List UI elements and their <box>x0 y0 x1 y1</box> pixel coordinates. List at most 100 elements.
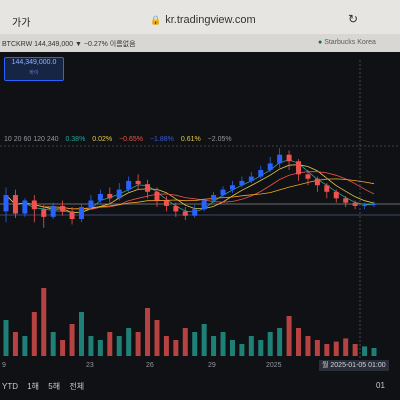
candle-body <box>286 154 292 162</box>
candle-body <box>267 163 273 170</box>
candle-body <box>145 184 151 192</box>
time-axis-tick: 9 <box>2 362 6 369</box>
volume-bar <box>69 324 75 356</box>
volume-bar <box>135 332 141 356</box>
candle-body <box>324 185 330 192</box>
candle-body <box>333 191 339 199</box>
candle-body <box>107 193 113 199</box>
price-tag-value: 144,349,000.0 <box>11 59 57 66</box>
price-tag: 144,349,000.0 바이 <box>4 57 64 81</box>
candle-body <box>173 205 179 212</box>
volume-bar <box>239 344 245 356</box>
volume-bar <box>201 324 207 356</box>
candle-body <box>3 195 9 212</box>
volume-bar <box>145 308 151 356</box>
candle-body <box>258 169 264 177</box>
candle-body <box>192 209 198 216</box>
time-axis-tick: 2025 <box>266 362 282 369</box>
volume-bar <box>3 320 9 356</box>
volume-bar <box>31 312 37 356</box>
volume-bars <box>3 288 377 356</box>
candle-body <box>277 154 283 164</box>
range-bar: YTD 1해 5해 전체 01 <box>0 372 400 400</box>
price-tag-sub: 바이 <box>29 70 39 76</box>
volume-bar <box>258 340 264 356</box>
time-axis-tick: 26 <box>146 362 154 369</box>
candle-body <box>211 195 217 201</box>
moving-average-line <box>5 171 375 210</box>
volume-bar <box>88 336 94 356</box>
moving-average-line <box>5 159 375 213</box>
volume-bar <box>343 338 349 356</box>
moving-average-lines <box>5 159 375 213</box>
volume-bar <box>173 340 179 356</box>
candle-body <box>154 191 160 201</box>
candle-body <box>31 200 37 210</box>
candle-body <box>126 180 132 190</box>
candle-body <box>88 200 94 208</box>
range-5y-button[interactable]: 5해 <box>48 382 60 391</box>
volume-bar <box>12 332 18 356</box>
ma-value-6: −2.05% <box>207 136 232 143</box>
candle-body <box>22 200 28 214</box>
candle-body <box>305 174 311 179</box>
candle-body <box>248 176 254 181</box>
range-1y-button[interactable]: 1해 <box>27 382 39 391</box>
range-all-button[interactable]: 전체 <box>69 382 84 391</box>
candle-body <box>50 205 56 217</box>
candle-body <box>182 211 188 216</box>
volume-bar <box>97 340 103 356</box>
volume-bar <box>107 332 113 356</box>
ma-value-5: 0.61% <box>180 136 201 143</box>
ma-value-2: 0.02% <box>92 136 113 143</box>
candle-body <box>296 161 302 175</box>
volume-bar <box>305 336 311 356</box>
volume-bar <box>371 348 377 356</box>
candles <box>3 148 377 228</box>
volume-bar <box>116 336 122 356</box>
volume-bar <box>192 332 198 356</box>
time-readout: 01 <box>376 381 385 390</box>
volume-bar <box>163 336 169 356</box>
candle-body <box>239 180 245 186</box>
candle-body <box>97 193 103 201</box>
candle-body <box>314 178 320 186</box>
volume-bar <box>154 320 160 356</box>
volume-bar <box>277 328 283 356</box>
volume-bar <box>126 328 132 356</box>
ma-value-4: −1.88% <box>149 136 174 143</box>
candle-body <box>116 189 122 199</box>
volume-bar <box>182 328 188 356</box>
range-ytd-button[interactable]: YTD <box>2 382 18 391</box>
volume-bar <box>314 340 320 356</box>
candle-body <box>163 200 169 206</box>
volume-bar <box>78 312 84 356</box>
candle-body <box>352 202 358 206</box>
ma-periods: 10 20 60 120 240 <box>4 136 59 143</box>
volume-bar <box>286 316 292 356</box>
candle-body <box>12 195 18 214</box>
time-axis-tick: 29 <box>208 362 216 369</box>
volume-bar <box>296 328 302 356</box>
volume-bar <box>229 340 235 356</box>
candle-body <box>371 203 377 205</box>
candle-body <box>220 189 226 196</box>
volume-bar <box>22 336 28 356</box>
ma-value-1: 0.38% <box>65 136 86 143</box>
candle-body <box>343 198 349 203</box>
candle-body <box>229 185 235 190</box>
volume-bar <box>324 344 330 356</box>
crosshair-date-label: 월 2025-01-05 01:00 <box>319 360 389 371</box>
volume-bar <box>248 336 254 356</box>
candle-body <box>69 211 75 220</box>
volume-bar <box>333 341 339 356</box>
volume-bar <box>362 346 368 356</box>
candle-body <box>135 180 141 185</box>
volume-bar <box>220 332 226 356</box>
volume-bar <box>50 332 56 356</box>
moving-average-legend[interactable]: 10 20 60 120 240 0.38% 0.02% −0.65% −1.8… <box>4 136 237 143</box>
volume-bar <box>211 336 217 356</box>
candle-body <box>41 209 47 217</box>
candle-body <box>78 207 84 220</box>
candle-body <box>362 204 368 206</box>
